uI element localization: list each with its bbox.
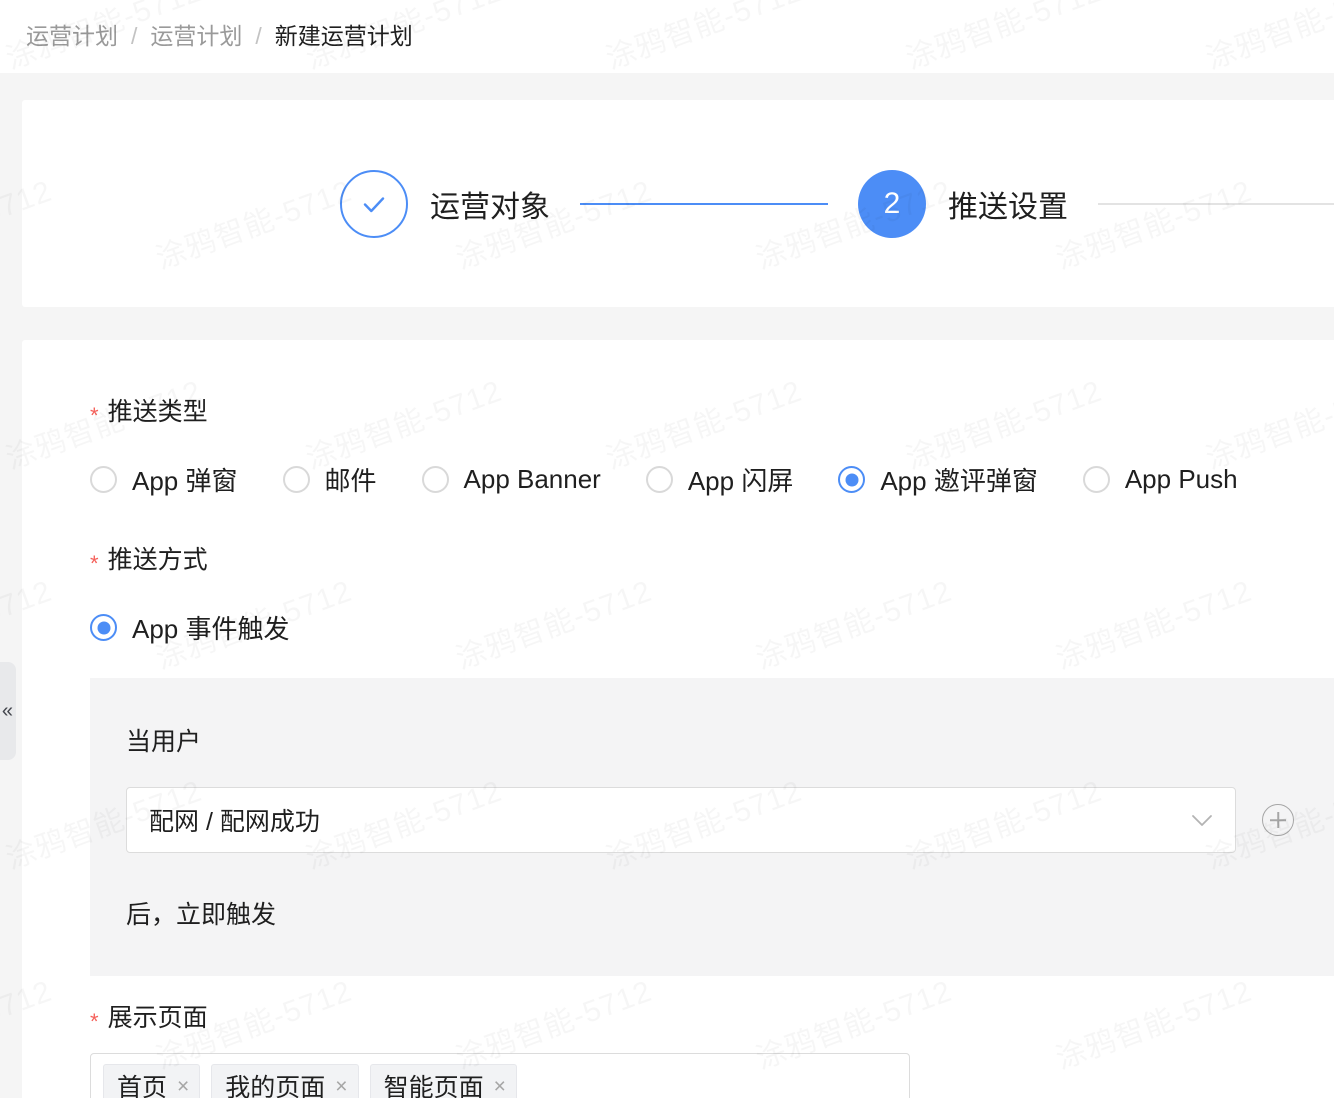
required-asterisk: * [90, 403, 99, 428]
radio-app-push[interactable]: App Push [1082, 464, 1238, 495]
radio-app-review-popup[interactable]: App 邀评弹窗 [838, 461, 1038, 498]
breadcrumb-item-1[interactable]: 运营计划 [26, 25, 118, 48]
display-pages-label: * 展示页面 [90, 1004, 1334, 1034]
radio-icon [645, 466, 673, 493]
page-body: 运营对象 2 推送设置 * 推送类型 App 弹窗 邮件 App Banner … [0, 73, 1334, 1098]
event-select-value: 配网 / 配网成功 [149, 808, 320, 836]
trigger-config-panel: 当用户 配网 / 配网成功 后，立即触发 [90, 678, 1334, 976]
step-2-circle: 2 [858, 169, 926, 238]
check-icon [356, 186, 392, 222]
radio-icon [282, 466, 310, 493]
step-1-label: 运营对象 [430, 190, 550, 224]
chevron-double-left-icon: « [1, 699, 13, 722]
radio-label: App 事件触发 [132, 614, 290, 644]
radio-label: App 弹窗 [132, 466, 238, 496]
tag-remove-icon[interactable]: × [177, 1076, 189, 1097]
event-select[interactable]: 配网 / 配网成功 [126, 787, 1236, 853]
radio-label: App Banner [463, 464, 601, 494]
radio-icon [90, 466, 117, 493]
breadcrumb: 运营计划 / 运营计划 / 新建运营计划 [26, 25, 413, 48]
display-pages-label-text: 展示页面 [107, 1004, 208, 1032]
radio-icon [421, 466, 449, 493]
form-card: * 推送类型 App 弹窗 邮件 App Banner App 闪屏 App 邀… [22, 340, 1334, 1098]
step-indicator: 运营对象 2 推送设置 [340, 169, 1334, 238]
push-type-radio-group: App 弹窗 邮件 App Banner App 闪屏 App 邀评弹窗 App… [90, 461, 1334, 498]
tag-item[interactable]: 首页 × [103, 1064, 201, 1098]
push-method-label-text: 推送方式 [107, 546, 208, 574]
step-push-settings[interactable]: 2 推送设置 [858, 169, 1068, 238]
radio-email[interactable]: 邮件 [282, 461, 377, 498]
radio-label: App Push [1124, 464, 1238, 494]
breadcrumb-item-2[interactable]: 运营计划 [150, 25, 242, 48]
radio-label: 邮件 [324, 466, 377, 496]
radio-app-banner[interactable]: App Banner [421, 464, 601, 495]
tag-item[interactable]: 我的页面 × [211, 1064, 359, 1098]
step-connector-filled [580, 202, 828, 205]
tag-label: 我的页面 [225, 1074, 326, 1098]
radio-label: App 邀评弹窗 [880, 466, 1038, 496]
sidebar-collapse-handle[interactable]: « [0, 662, 16, 760]
push-type-label: * 推送类型 [90, 398, 1334, 428]
tag-label: 首页 [117, 1074, 168, 1098]
tag-remove-icon[interactable]: × [335, 1076, 347, 1097]
required-asterisk: * [90, 551, 99, 576]
page-header: 运营计划 / 运营计划 / 新建运营计划 [0, 0, 1334, 73]
radio-app-splash[interactable]: App 闪屏 [645, 461, 794, 498]
add-condition-button[interactable] [1262, 804, 1294, 836]
breadcrumb-separator: / [255, 23, 262, 49]
steps-card: 运营对象 2 推送设置 [22, 100, 1334, 307]
breadcrumb-item-current: 新建运营计划 [274, 23, 413, 49]
chevron-down-icon [1191, 814, 1213, 827]
trigger-suffix-label: 后，立即触发 [126, 901, 277, 929]
breadcrumb-separator: / [131, 23, 138, 49]
step-operation-target[interactable]: 运营对象 [340, 169, 550, 238]
radio-label: App 闪屏 [687, 466, 794, 496]
push-type-label-text: 推送类型 [107, 398, 208, 426]
push-method-radio-group: App 事件触发 [90, 609, 1334, 646]
step-1-circle [340, 169, 408, 238]
radio-app-popup[interactable]: App 弹窗 [90, 461, 238, 498]
radio-icon-selected [838, 466, 866, 493]
required-asterisk: * [90, 1009, 99, 1034]
radio-icon-selected [90, 614, 117, 641]
step-2-label: 推送设置 [948, 190, 1068, 224]
tag-item[interactable]: 智能页面 × [369, 1064, 517, 1098]
step-connector-empty [1098, 202, 1334, 205]
push-method-label: * 推送方式 [90, 546, 1334, 576]
trigger-event-row: 配网 / 配网成功 [126, 787, 1334, 853]
tag-label: 智能页面 [383, 1074, 484, 1098]
step-2-number: 2 [883, 186, 901, 220]
tag-remove-icon[interactable]: × [494, 1076, 506, 1097]
radio-icon [1082, 466, 1110, 493]
display-pages-tag-input[interactable]: 首页 × 我的页面 × 智能页面 × [90, 1053, 910, 1098]
trigger-prefix-label: 当用户 [126, 728, 202, 756]
radio-app-event-trigger[interactable]: App 事件触发 [90, 609, 290, 646]
